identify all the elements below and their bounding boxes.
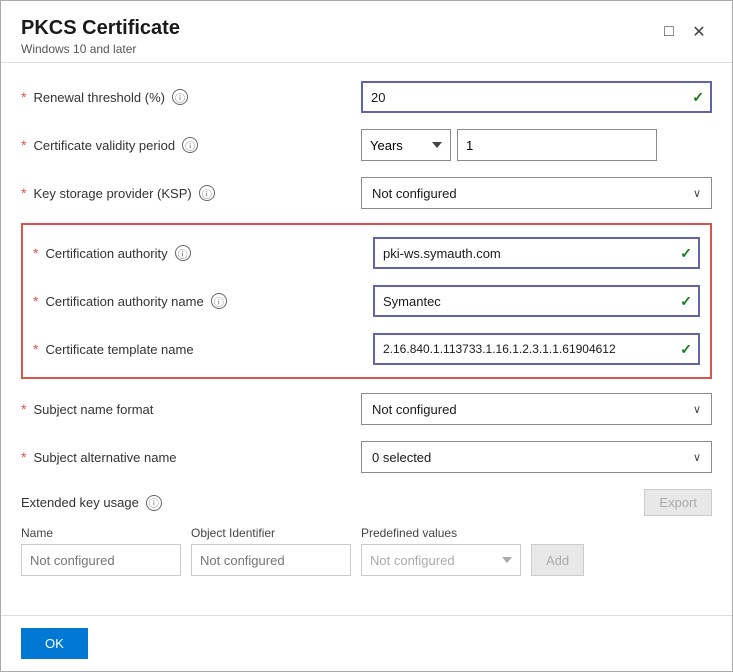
- eku-predefined-select[interactable]: Not configured: [361, 544, 521, 576]
- subject-alt-name-label: * Subject alternative name: [21, 449, 361, 465]
- validity-period-control: Days Months Years: [361, 129, 712, 161]
- cert-authority-name-input[interactable]: [373, 285, 700, 317]
- validity-period-row: * Certificate validity period ⓘ Days Mon…: [21, 121, 712, 169]
- subject-name-format-control: Not configured ∨: [361, 393, 712, 425]
- cert-authority-control: ✓: [373, 237, 700, 269]
- cert-template-name-label: * Certificate template name: [33, 341, 373, 357]
- eku-oid-label: Object Identifier: [191, 526, 351, 540]
- eku-section: Extended key usage ⓘ Export Name Object …: [21, 481, 712, 582]
- dialog-footer: OK: [1, 615, 732, 671]
- cert-authority-name-check-icon: ✓: [680, 293, 692, 310]
- cert-template-name-row: * Certificate template name ✓: [33, 325, 700, 373]
- title-bar: PKCS Certificate Windows 10 and later □ …: [1, 1, 732, 62]
- close-button[interactable]: ✕: [686, 19, 712, 45]
- form-content: * Renewal threshold (%) ⓘ ✓ * Certificat…: [1, 63, 732, 615]
- pkcs-certificate-dialog: PKCS Certificate Windows 10 and later □ …: [0, 0, 733, 672]
- dialog-subtitle: Windows 10 and later: [21, 42, 180, 56]
- info-icon-eku[interactable]: ⓘ: [146, 495, 162, 511]
- dialog-title: PKCS Certificate: [21, 17, 180, 40]
- info-icon-ca[interactable]: ⓘ: [175, 245, 191, 261]
- required-star-ca: *: [33, 245, 38, 261]
- cert-template-name-input[interactable]: [373, 333, 700, 365]
- eku-oid-col: Object Identifier: [191, 526, 351, 576]
- subject-name-format-row: * Subject name format Not configured ∨: [21, 385, 712, 433]
- subject-alt-name-control: 0 selected ∨: [361, 441, 712, 473]
- subject-alt-name-text: 0 selected: [372, 450, 431, 465]
- eku-predefined-label: Predefined values: [361, 526, 521, 540]
- required-star-validity: *: [21, 137, 26, 153]
- renewal-threshold-control: ✓: [361, 81, 712, 113]
- export-button: Export: [644, 489, 712, 516]
- form-area: * Renewal threshold (%) ⓘ ✓ * Certificat…: [1, 63, 732, 592]
- subject-alt-name-row: * Subject alternative name 0 selected ∨: [21, 433, 712, 481]
- renewal-threshold-input[interactable]: [361, 81, 712, 113]
- ksp-value-text: Not configured: [372, 186, 457, 201]
- ok-button[interactable]: OK: [21, 628, 88, 659]
- validity-unit-select[interactable]: Days Months Years: [361, 129, 451, 161]
- renewal-threshold-label: * Renewal threshold (%) ⓘ: [21, 89, 361, 105]
- title-bar-right: □ ✕: [656, 19, 712, 45]
- ksp-dropdown[interactable]: Not configured ∨: [361, 177, 712, 209]
- cert-template-name-check-icon: ✓: [680, 341, 692, 358]
- cert-authority-check-icon: ✓: [680, 245, 692, 262]
- ksp-label: * Key storage provider (KSP) ⓘ: [21, 185, 361, 201]
- required-star-renewal: *: [21, 89, 26, 105]
- eku-header-row: Extended key usage ⓘ Export: [21, 483, 712, 522]
- renewal-threshold-input-wrap: ✓: [361, 81, 712, 113]
- cert-authority-row: * Certification authority ⓘ ✓: [33, 229, 700, 277]
- subject-alt-name-dropdown[interactable]: 0 selected ∨: [361, 441, 712, 473]
- info-icon-validity[interactable]: ⓘ: [182, 137, 198, 153]
- highlighted-section: * Certification authority ⓘ ✓ *: [21, 223, 712, 379]
- eku-oid-input[interactable]: [191, 544, 351, 576]
- eku-label: Extended key usage ⓘ: [21, 495, 162, 511]
- subject-name-format-label: * Subject name format: [21, 401, 361, 417]
- required-star-ctn: *: [33, 341, 38, 357]
- subject-name-format-text: Not configured: [372, 402, 457, 417]
- cert-template-name-input-wrap: ✓: [373, 333, 700, 365]
- validity-period-label: * Certificate validity period ⓘ: [21, 137, 361, 153]
- title-bar-left: PKCS Certificate Windows 10 and later: [21, 17, 180, 56]
- ksp-row: * Key storage provider (KSP) ⓘ Not confi…: [21, 169, 712, 217]
- cert-authority-name-control: ✓: [373, 285, 700, 317]
- add-button: Add: [531, 544, 584, 576]
- validity-row-controls: Days Months Years: [361, 129, 657, 161]
- subject-alt-name-chevron-icon: ∨: [693, 451, 701, 464]
- info-icon-can[interactable]: ⓘ: [211, 293, 227, 309]
- cert-template-name-control: ✓: [373, 333, 700, 365]
- renewal-threshold-row: * Renewal threshold (%) ⓘ ✓: [21, 73, 712, 121]
- info-icon-ksp[interactable]: ⓘ: [199, 185, 215, 201]
- info-icon-renewal[interactable]: ⓘ: [172, 89, 188, 105]
- cert-authority-name-row: * Certification authority name ⓘ ✓: [33, 277, 700, 325]
- subject-name-format-dropdown[interactable]: Not configured ∨: [361, 393, 712, 425]
- renewal-check-icon: ✓: [692, 89, 704, 106]
- eku-name-label: Name: [21, 526, 181, 540]
- minimize-button[interactable]: □: [656, 19, 682, 45]
- required-star-can: *: [33, 293, 38, 309]
- cert-authority-input[interactable]: [373, 237, 700, 269]
- subject-name-format-chevron-icon: ∨: [693, 403, 701, 416]
- ksp-control: Not configured ∨: [361, 177, 712, 209]
- required-star-snf: *: [21, 401, 26, 417]
- cert-authority-input-wrap: ✓: [373, 237, 700, 269]
- eku-name-col: Name: [21, 526, 181, 576]
- cert-authority-name-input-wrap: ✓: [373, 285, 700, 317]
- ksp-chevron-icon: ∨: [693, 187, 701, 200]
- cert-authority-name-label: * Certification authority name ⓘ: [33, 293, 373, 309]
- required-star-san: *: [21, 449, 26, 465]
- cert-authority-label: * Certification authority ⓘ: [33, 245, 373, 261]
- validity-number-input[interactable]: [457, 129, 657, 161]
- eku-name-input[interactable]: [21, 544, 181, 576]
- eku-columns: Name Object Identifier Predefined values…: [21, 522, 712, 580]
- eku-predefined-col: Predefined values Not configured: [361, 526, 521, 576]
- required-star-ksp: *: [21, 185, 26, 201]
